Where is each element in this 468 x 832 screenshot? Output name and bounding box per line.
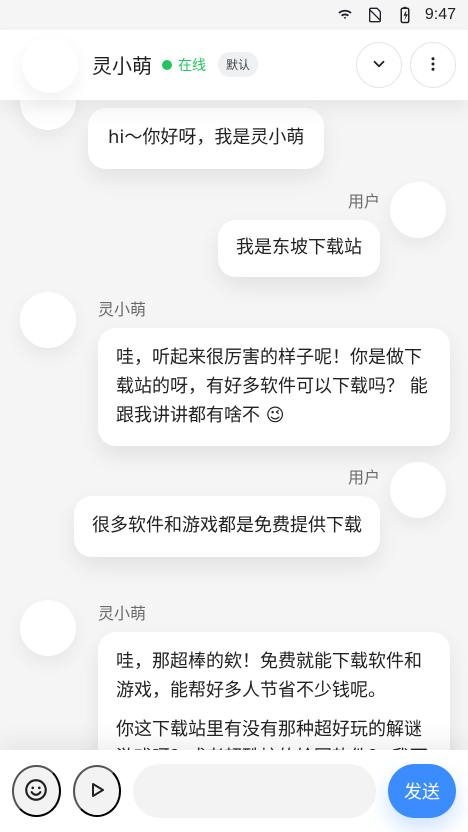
chevron-down-icon — [370, 55, 388, 76]
assistant-avatar — [20, 292, 76, 348]
play-icon — [85, 778, 109, 805]
message-text: hi～你好呀，我是灵小萌 — [108, 127, 305, 148]
message-bubble: hi～你好呀，我是灵小萌 — [88, 108, 325, 169]
send-button[interactable]: 发送 — [388, 764, 456, 818]
message-text: 哇，听起来很厉害的样子呢！你是做下载站的呀，有好多软件可以下载吗？ 能跟我讲讲都… — [116, 344, 432, 430]
sender-name: 灵小萌 — [98, 302, 147, 319]
assistant-avatar — [20, 100, 76, 130]
collapse-button[interactable] — [356, 42, 402, 88]
assistant-avatar — [22, 37, 78, 93]
input-bar: 发送 — [0, 750, 468, 832]
user-avatar — [390, 182, 446, 238]
online-status: 在线 — [162, 55, 206, 75]
assistant-avatar — [20, 600, 76, 656]
message-text: 哇，那超棒的欸！免费就能下载软件和游戏，能帮好多人节省不少钱呢。 — [116, 651, 422, 701]
chat-area: hi～你好呀，我是灵小萌 用户 我是东坡下载站 灵小萌 哇，听起来很厉害的样子呢… — [0, 100, 468, 750]
status-time: 9:47 — [424, 6, 456, 23]
emoji-icon — [23, 777, 49, 806]
play-button[interactable] — [72, 765, 121, 817]
chat-header: 灵小萌 在线 默认 — [0, 30, 468, 100]
wink-emoji-icon: 😉 — [265, 404, 285, 426]
message-bubble: 我是东坡下载站 — [218, 220, 380, 277]
more-options-button[interactable] — [410, 42, 456, 88]
message-assistant: hi～你好呀，我是灵小萌 — [88, 108, 325, 169]
user-avatar — [390, 462, 446, 518]
mode-badge: 默认 — [218, 52, 259, 77]
header-actions — [356, 42, 456, 88]
sender-name: 用户 — [347, 470, 380, 487]
online-dot-icon — [162, 59, 172, 70]
message-bubble: 很多软件和游戏都是免费提供下载 — [74, 496, 380, 557]
message-user: 用户 我是东坡下载站 — [210, 188, 380, 277]
message-assistant: 灵小萌 哇，那超棒的欸！免费就能下载软件和游戏，能帮好多人节省不少钱呢。 你这下… — [98, 600, 450, 750]
emoji-button[interactable] — [12, 765, 61, 817]
status-bar: 9:47 — [0, 0, 468, 30]
message-user: 用户 很多软件和游戏都是免费提供下载 — [62, 464, 380, 557]
more-vertical-icon — [424, 55, 442, 76]
message-bubble: 哇，那超棒的欸！免费就能下载软件和游戏，能帮好多人节省不少钱呢。 你这下载站里有… — [98, 632, 450, 750]
message-assistant: 灵小萌 哇，听起来很厉害的样子呢！你是做下载站的呀，有好多软件可以下载吗？ 能跟… — [98, 296, 450, 447]
wifi-icon — [335, 7, 355, 23]
online-label: 在线 — [178, 57, 206, 74]
message-text: 你这下载站里有没有那种超好玩的解谜游戏呀？或者超酷炫的绘图软件？ 我可 — [116, 718, 428, 750]
header-title: 灵小萌 在线 默认 — [92, 50, 259, 79]
battery-charging-icon — [395, 6, 415, 24]
message-text: 很多软件和游戏都是免费提供下载 — [92, 515, 362, 536]
sender-name: 灵小萌 — [98, 606, 147, 623]
message-input[interactable] — [133, 764, 376, 818]
message-bubble: 哇，听起来很厉害的样子呢！你是做下载站的呀，有好多软件可以下载吗？ 能跟我讲讲都… — [98, 328, 450, 447]
sender-name: 用户 — [347, 194, 380, 211]
assistant-name: 灵小萌 — [92, 54, 152, 78]
no-sim-icon — [365, 7, 385, 23]
message-text: 我是东坡下载站 — [236, 237, 362, 258]
